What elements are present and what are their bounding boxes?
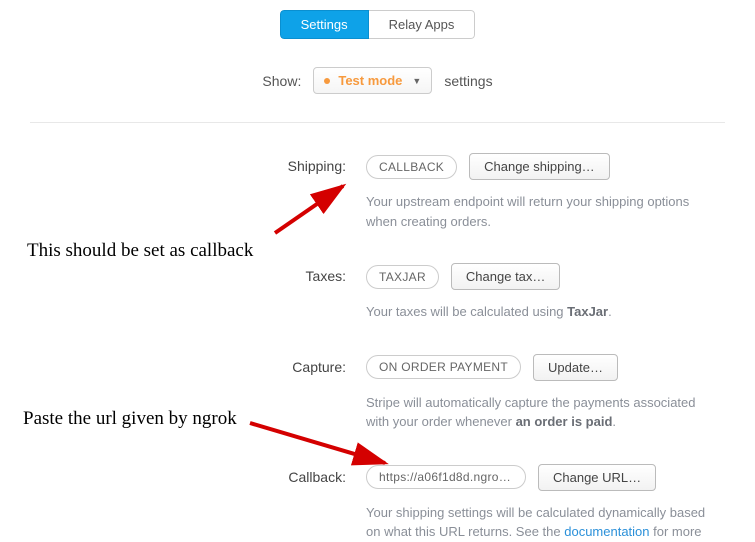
annotation-ngrok-note: Paste the url given by ngrok [23, 408, 237, 430]
shipping-pill: CALLBACK [366, 155, 457, 179]
change-shipping-button[interactable]: Change shipping… [469, 153, 610, 180]
capture-pill: ON ORDER PAYMENT [366, 355, 521, 379]
callback-help: Your shipping settings will be calculate… [366, 503, 706, 542]
annotation-callback-note: This should be set as callback [27, 240, 253, 262]
setting-taxes: Taxes: TAXJAR Change tax… Your taxes wil… [30, 263, 725, 322]
callback-label: Callback: [30, 464, 366, 485]
show-label: Show: [262, 73, 301, 89]
taxes-help: Your taxes will be calculated using TaxJ… [366, 302, 706, 322]
capture-label: Capture: [30, 354, 366, 375]
status-dot-icon [324, 78, 330, 84]
show-row: Show: Test mode ▼ settings [30, 67, 725, 94]
setting-shipping: Shipping: CALLBACK Change shipping… Your… [30, 153, 725, 231]
taxes-label: Taxes: [30, 263, 366, 284]
change-url-button[interactable]: Change URL… [538, 464, 656, 491]
taxes-pill: TAXJAR [366, 265, 439, 289]
tabs-group: Settings Relay Apps [280, 10, 476, 39]
shipping-help: Your upstream endpoint will return your … [366, 192, 706, 231]
chevron-down-icon: ▼ [412, 76, 421, 86]
capture-help: Stripe will automatically capture the pa… [366, 393, 706, 432]
mode-dropdown[interactable]: Test mode ▼ [313, 67, 432, 94]
tab-settings[interactable]: Settings [280, 10, 369, 39]
divider [30, 122, 725, 123]
callback-pill: https://a06f1d8d.ngrok.io/… [366, 465, 526, 489]
setting-callback: Callback: https://a06f1d8d.ngrok.io/… Ch… [30, 464, 725, 542]
update-capture-button[interactable]: Update… [533, 354, 618, 381]
shipping-label: Shipping: [30, 153, 366, 174]
tab-relay-apps[interactable]: Relay Apps [369, 10, 476, 39]
documentation-link[interactable]: documentation [564, 524, 649, 539]
mode-selected: Test mode [338, 73, 402, 88]
show-suffix: settings [444, 73, 492, 89]
tabs-row: Settings Relay Apps [30, 10, 725, 39]
change-tax-button[interactable]: Change tax… [451, 263, 561, 290]
